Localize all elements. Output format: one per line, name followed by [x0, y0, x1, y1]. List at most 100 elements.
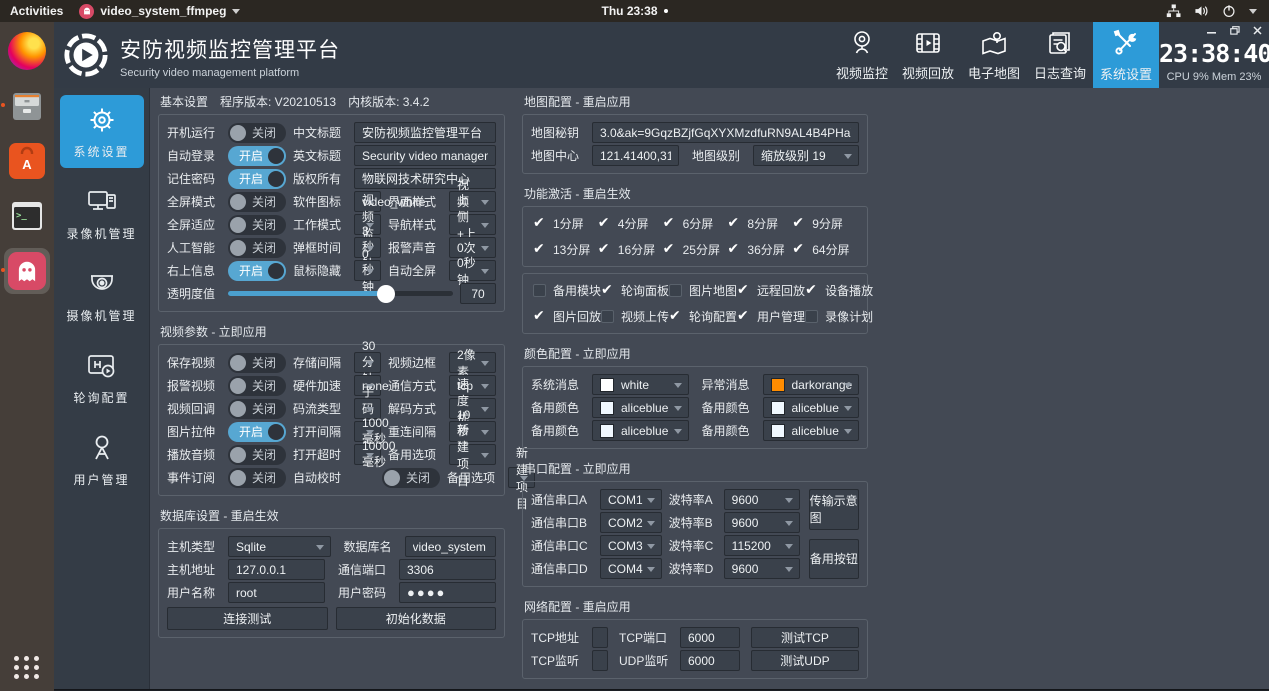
checkbox-module[interactable]: 远程回放 [737, 282, 805, 299]
minimize-icon[interactable] [1207, 26, 1217, 35]
en-title-input[interactable] [354, 145, 496, 166]
toggle-video-callback[interactable]: 关闭 [228, 399, 286, 419]
checkbox-screen[interactable]: 64分屏 [792, 241, 857, 258]
checkbox-module[interactable]: 轮询配置 [669, 308, 737, 325]
map-center-input[interactable] [592, 145, 679, 166]
map-level-select[interactable]: 缩放级别 19 [753, 145, 859, 166]
serial-port-b-select[interactable]: COM2 [600, 512, 662, 533]
dock-ubuntu-software[interactable]: A [4, 138, 50, 184]
cn-title-input[interactable] [354, 122, 496, 143]
toggle-fullscreen-fit[interactable]: 关闭 [228, 215, 286, 235]
checkbox-screen[interactable]: 36分屏 [727, 241, 792, 258]
init-data-button[interactable]: 初始化数据 [336, 607, 497, 630]
sidebar-item-poll-config[interactable]: 轮询配置 [60, 341, 144, 414]
db-password-input[interactable]: ●●●● [399, 582, 496, 603]
system-status-area[interactable] [1166, 4, 1269, 18]
close-icon[interactable] [1253, 26, 1262, 35]
show-apps-button[interactable] [14, 656, 40, 679]
storage-interval-select[interactable]: 30分钟 [354, 352, 381, 373]
checkbox-screen[interactable]: 6分屏 [663, 215, 728, 232]
baud-d-select[interactable]: 9600 [724, 558, 800, 579]
db-name-input[interactable] [405, 536, 497, 557]
error-msg-color-select[interactable]: darkorange [763, 374, 860, 395]
nav-style-select[interactable]: 上侧+上侧 [449, 214, 496, 235]
spare-button[interactable]: 备用按钮 [809, 539, 859, 580]
toggle-topright-info[interactable]: 开启 [228, 261, 286, 281]
tcp-port-input[interactable] [680, 627, 740, 648]
db-host-input[interactable] [228, 559, 325, 580]
mouse-hide-select[interactable]: 0秒钟 [354, 260, 381, 281]
checkbox-screen[interactable]: 4分屏 [598, 215, 663, 232]
sidebar-item-user-mgmt[interactable]: 用户管理 [60, 423, 144, 496]
checkbox-module[interactable]: 设备播放 [805, 282, 873, 299]
checkbox-module[interactable]: 轮询面板 [601, 282, 669, 299]
sidebar-item-system-settings[interactable]: 系统设置 [60, 95, 144, 168]
map-key-input[interactable] [592, 122, 859, 143]
checkbox-module[interactable]: 图片回放 [533, 308, 601, 325]
checkbox-module[interactable]: 用户管理 [737, 308, 805, 325]
toggle-image-stretch[interactable]: 开启 [228, 422, 286, 442]
dock-firefox[interactable] [4, 28, 50, 74]
toggle-auto-timesync[interactable]: 关闭 [382, 468, 440, 488]
spare-color-select[interactable]: aliceblue [763, 397, 860, 418]
checkbox-screen[interactable]: 1分屏 [533, 215, 598, 232]
db-type-select[interactable]: Sqlite [228, 536, 331, 557]
nav-e-map[interactable]: 电子地图 [961, 22, 1027, 88]
dock-video-system-app[interactable] [4, 248, 50, 294]
restore-icon[interactable] [1230, 26, 1240, 35]
auto-fullscreen-select[interactable]: 0秒钟 [449, 260, 496, 281]
toggle-event-subscribe[interactable]: 关闭 [228, 468, 286, 488]
spare-option-select[interactable]: 新建项目 [449, 444, 496, 465]
transfer-diagram-button[interactable]: 传输示意图 [809, 489, 859, 530]
checkbox-screen[interactable]: 16分屏 [598, 241, 663, 258]
spare-color-select[interactable]: aliceblue [763, 420, 860, 441]
opacity-slider[interactable] [228, 284, 453, 304]
nav-system-settings[interactable]: 系统设置 [1093, 22, 1159, 88]
toggle-save-video[interactable]: 关闭 [228, 353, 286, 373]
toggle-autologin[interactable]: 开启 [228, 146, 286, 166]
baud-c-select[interactable]: 115200 [724, 535, 800, 556]
checkbox-module[interactable]: 备用模块 [533, 282, 601, 299]
tcp-listen-input[interactable] [592, 650, 608, 671]
spare-color-select[interactable]: aliceblue [592, 420, 689, 441]
toggle-remember-password[interactable]: 开启 [228, 169, 286, 189]
toggle-autostart[interactable]: 关闭 [228, 123, 286, 143]
checkbox-module[interactable]: 视频上传 [601, 308, 669, 325]
checkbox-module[interactable]: 图片地图 [669, 282, 737, 299]
db-user-input[interactable] [228, 582, 325, 603]
spare-color-select[interactable]: aliceblue [592, 397, 689, 418]
app-menu[interactable]: video_system_ffmpeg [79, 4, 240, 19]
toggle-fullscreen-mode[interactable]: 关闭 [228, 192, 286, 212]
test-tcp-button[interactable]: 测试TCP [751, 627, 859, 648]
nav-video-monitor[interactable]: 视频监控 [829, 22, 895, 88]
serial-port-d-select[interactable]: COM4 [600, 558, 662, 579]
baud-b-select[interactable]: 9600 [724, 512, 800, 533]
checkbox-module[interactable]: 录像计划 [805, 308, 873, 325]
checkbox-screen[interactable]: 25分屏 [663, 241, 728, 258]
serial-port-c-select[interactable]: COM3 [600, 535, 662, 556]
activities-button[interactable]: Activities [10, 4, 63, 18]
test-udp-button[interactable]: 测试UDP [751, 650, 859, 671]
toggle-play-audio[interactable]: 关闭 [228, 445, 286, 465]
dock-files[interactable] [4, 83, 50, 129]
serial-port-a-select[interactable]: COM1 [600, 489, 662, 510]
system-msg-color-select[interactable]: white [592, 374, 689, 395]
topbar-clock[interactable]: Thu 23:38 [601, 4, 667, 18]
toggle-ai[interactable]: 关闭 [228, 238, 286, 258]
nav-log-query[interactable]: 日志查询 [1027, 22, 1093, 88]
checkbox-screen[interactable]: 13分屏 [533, 241, 598, 258]
db-port-input[interactable] [399, 559, 496, 580]
slider-knob[interactable] [377, 285, 395, 303]
baud-a-select[interactable]: 9600 [724, 489, 800, 510]
tcp-addr-input[interactable] [592, 627, 608, 648]
open-timeout-select[interactable]: 10000毫秒 [354, 444, 381, 465]
dock-terminal[interactable]: >_ [4, 193, 50, 239]
udp-listen-input[interactable] [680, 650, 740, 671]
checkbox-screen[interactable]: 9分屏 [792, 215, 857, 232]
connect-test-button[interactable]: 连接测试 [167, 607, 328, 630]
video-border-select[interactable]: 2像素 [449, 352, 496, 373]
sidebar-item-recorder-mgmt[interactable]: 录像机管理 [60, 177, 144, 250]
nav-video-playback[interactable]: 视频回放 [895, 22, 961, 88]
toggle-alarm-video[interactable]: 关闭 [228, 376, 286, 396]
checkbox-screen[interactable]: 8分屏 [727, 215, 792, 232]
